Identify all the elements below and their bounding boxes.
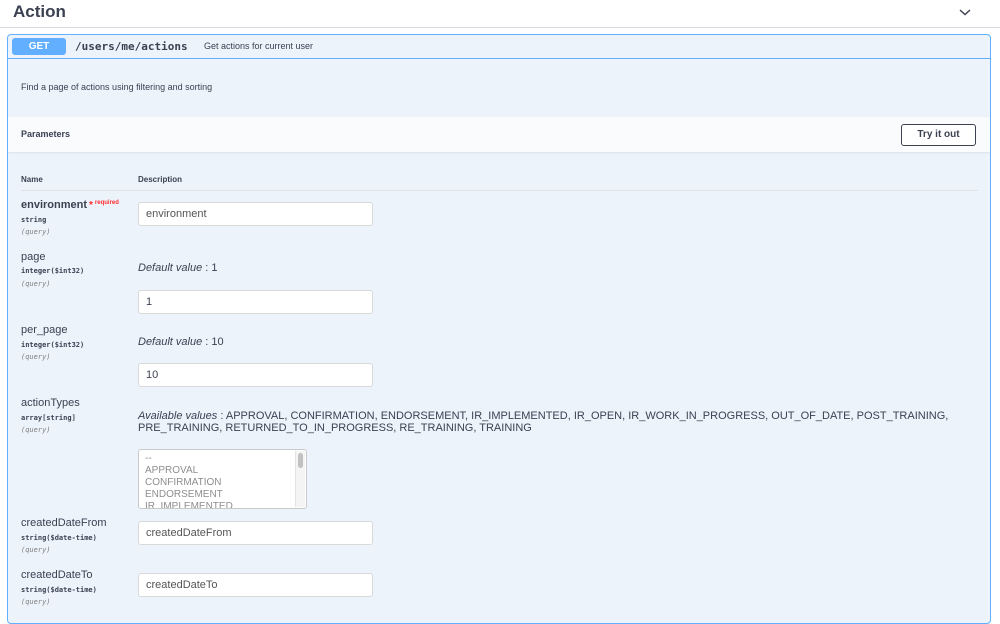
created-date-from-input[interactable]: createdDateFrom xyxy=(138,521,373,545)
param-created-date-to-in: (query) xyxy=(21,598,51,606)
param-action-types-name: actionTypes xyxy=(21,397,80,409)
select-option[interactable]: IR_IMPLEMENTED xyxy=(145,501,233,508)
per-page-input[interactable]: 10 xyxy=(138,363,373,387)
param-created-date-from-type: string($date-time) xyxy=(21,534,97,542)
param-environment-type: string xyxy=(21,216,47,224)
operation-block: GET /users/me/actions Get actions for cu… xyxy=(7,34,991,624)
param-action-types-in: (query) xyxy=(21,426,51,434)
param-action-types-type: array[string] xyxy=(21,414,76,422)
environment-input[interactable]: environment xyxy=(138,202,373,226)
select-option[interactable]: -- xyxy=(145,453,152,464)
select-option[interactable]: APPROVAL xyxy=(145,465,198,476)
param-per-page-in: (query) xyxy=(21,353,51,361)
column-header-description: Description xyxy=(138,175,183,184)
action-types-select[interactable]: -- APPROVAL CONFIRMATION ENDORSEMENT IR_… xyxy=(138,449,307,509)
section-title: Action xyxy=(13,2,66,21)
method-badge: GET xyxy=(12,38,66,55)
per-page-default-note: Default value : 10 xyxy=(138,336,224,348)
param-environment-name: environment * required xyxy=(21,199,119,211)
section-header[interactable]: Action xyxy=(0,0,1000,28)
chevron-down-icon[interactable] xyxy=(957,4,973,20)
operation-summary-text: Get actions for current user xyxy=(204,41,314,51)
param-page-name: page xyxy=(21,251,46,263)
parameters-title: Parameters xyxy=(21,129,71,139)
select-option[interactable]: CONFIRMATION xyxy=(145,477,221,488)
param-per-page-name: per_page xyxy=(21,324,68,336)
param-per-page-type: integer($int32) xyxy=(21,341,85,349)
page-input[interactable]: 1 xyxy=(138,290,373,314)
column-divider xyxy=(21,190,978,191)
operation-description: Find a page of actions using filtering a… xyxy=(21,82,213,92)
created-date-to-input[interactable]: createdDateTo xyxy=(138,573,373,597)
try-it-out-button[interactable]: Try it out xyxy=(901,124,976,146)
param-page-type: integer($int32) xyxy=(21,267,85,275)
parameters-header: Parameters Try it out xyxy=(8,117,990,152)
operation-path: /users/me/actions xyxy=(75,40,188,53)
select-scroll-thumb[interactable] xyxy=(298,453,303,468)
param-created-date-to-name: createdDateTo xyxy=(21,569,93,581)
param-created-date-from-name: createdDateFrom xyxy=(21,517,107,529)
operation-summary[interactable]: GET /users/me/actions Get actions for cu… xyxy=(8,35,990,59)
param-created-date-from-in: (query) xyxy=(21,546,51,554)
param-created-date-to-type: string($date-time) xyxy=(21,586,97,594)
param-page-in: (query) xyxy=(21,280,51,288)
select-option[interactable]: ENDORSEMENT xyxy=(145,489,223,500)
required-label: required xyxy=(94,200,119,206)
required-star: * xyxy=(89,200,93,211)
page-default-note: Default value : 1 xyxy=(138,262,218,274)
action-types-available-values: Available values : APPROVAL, CONFIRMATIO… xyxy=(138,410,949,434)
select-scrollbar[interactable] xyxy=(295,451,305,507)
param-environment-in: (query) xyxy=(21,228,51,236)
column-header-name: Name xyxy=(21,175,43,184)
